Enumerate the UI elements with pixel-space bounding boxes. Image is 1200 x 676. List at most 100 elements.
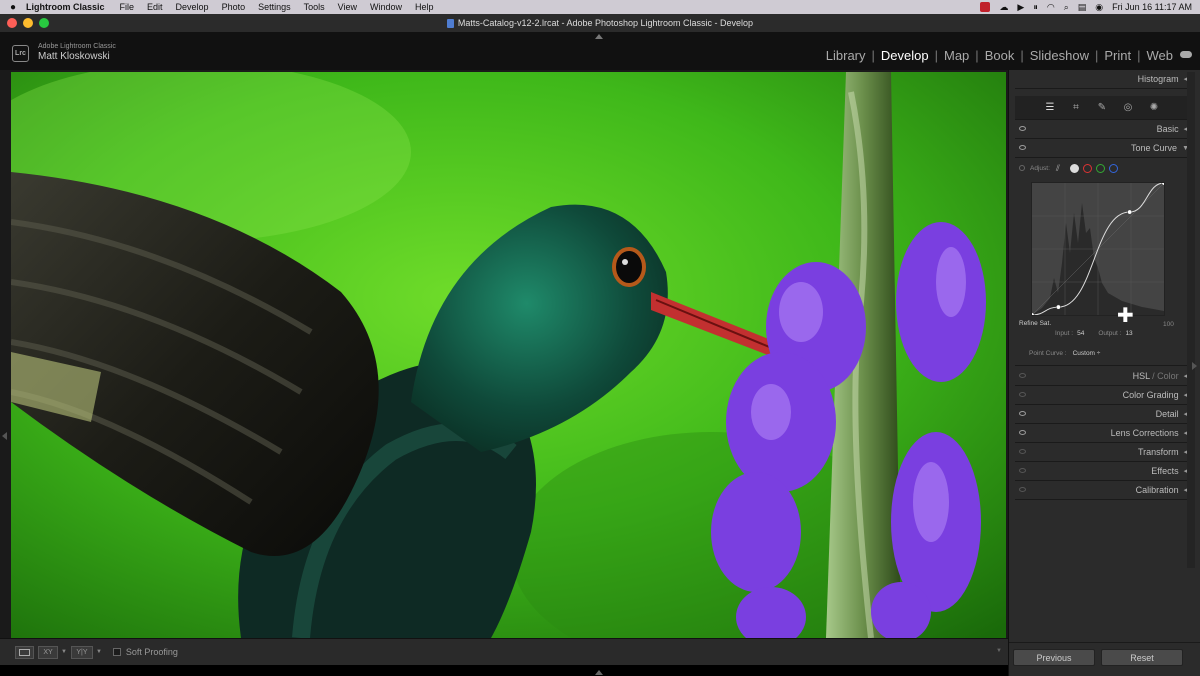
recording-icon[interactable] [980,2,991,12]
before-after-dropdown-icon[interactable]: ▼ [61,649,67,655]
loupe-view-button[interactable] [15,645,34,659]
hummingbird-photo[interactable] [11,72,1006,638]
calibration-header[interactable]: Calibration ◀ [1015,481,1189,500]
bottom-panel-toggle-icon[interactable] [595,670,603,675]
left-panel-toggle-icon[interactable] [2,432,7,440]
curve-control-point[interactable] [1055,304,1061,310]
panel-title: Color Grading [1122,390,1179,400]
lens-corrections-header[interactable]: Lens Corrections ◀ [1015,424,1189,443]
visibility-eye-icon[interactable] [1019,449,1026,454]
visibility-eye-icon[interactable] [1019,487,1026,492]
module-separator: | [871,48,875,63]
visibility-eye-icon[interactable] [1019,430,1026,435]
menu-settings[interactable]: Settings [258,2,291,12]
menu-tools[interactable]: Tools [304,2,325,12]
color-grading-header[interactable]: Color Grading ◀ [1015,386,1189,405]
cloud-sync-icon[interactable] [1180,51,1192,58]
module-picker: Library | Develop | Map | Book | Slidesh… [826,48,1173,63]
top-panel-toggle-icon[interactable] [595,34,603,39]
blue-channel-icon[interactable] [1108,163,1118,173]
module-library[interactable]: Library [826,48,866,63]
input-output-readout: Input : 54 Output : 13 [1055,330,1143,337]
red-channel-icon[interactable] [1082,163,1092,173]
document-icon [446,18,454,28]
panel-title-hsl: HSL [1132,371,1151,381]
module-develop[interactable]: Develop [881,48,929,63]
tone-curve-header[interactable]: Tone Curve ▼ [1015,139,1189,158]
adjust-label: Adjust: [1030,164,1050,172]
red-eye-icon[interactable]: ◎ [1122,102,1134,114]
basic-header[interactable]: Basic ◀ [1015,120,1189,139]
tone-curve-graph[interactable] [1029,180,1167,318]
siri-icon[interactable]: ◉ [1095,2,1103,13]
previous-button[interactable]: Previous [1013,649,1095,666]
zoom-window-button[interactable] [39,18,49,28]
point-curve-channel-icon[interactable] [1069,163,1079,173]
masking-icon[interactable]: ✺ [1148,102,1160,114]
healing-brush-icon[interactable]: ✎ [1096,102,1108,114]
menu-help[interactable]: Help [415,2,434,12]
menu-window[interactable]: Window [370,2,402,12]
creative-cloud-icon[interactable]: ☁ [999,2,1008,13]
point-curve-select[interactable]: Custom ÷ [1073,350,1101,357]
tone-curve-adjust-row: Adjust: ⫽ [1019,162,1118,174]
parametric-curve-icon[interactable]: ⫽ [1056,163,1066,173]
green-channel-icon[interactable] [1095,163,1105,173]
input-value: 54 [1077,330,1085,337]
soft-proofing-checkbox[interactable] [112,648,121,656]
edit-sliders-icon[interactable]: ☰ [1044,102,1056,114]
module-book[interactable]: Book [985,48,1015,63]
menu-photo[interactable]: Photo [222,2,246,12]
output-label: Output : [1098,330,1122,337]
visibility-eye-icon[interactable] [1019,411,1026,416]
search-icon[interactable]: ⌕ [1064,2,1069,13]
menu-bar-clock[interactable]: Fri Jun 16 11:17 AM [1112,2,1192,12]
module-map[interactable]: Map [944,48,969,63]
menu-edit[interactable]: Edit [147,2,163,12]
develop-toolbar: XY ▼ Y|Y ▼ Soft Proofing ▼ [0,638,1008,665]
before-after-lr-button[interactable]: XY [38,645,58,659]
visibility-eye-icon[interactable] [1019,145,1026,150]
minimize-window-button[interactable] [23,18,33,28]
target-adjust-icon[interactable] [1019,165,1025,171]
curve-control-point[interactable] [1127,209,1133,215]
play-icon[interactable]: ▶ [1017,2,1024,13]
control-icon[interactable]: ⏸ [1033,2,1038,13]
panel-title: Detail [1155,409,1179,419]
panel-title: Calibration [1135,485,1179,495]
panel-title: Transform [1137,447,1179,457]
close-window-button[interactable] [7,18,17,28]
visibility-eye-icon[interactable] [1019,468,1026,473]
before-after-split-button[interactable]: Y|Y [70,645,93,659]
menu-develop[interactable]: Develop [176,2,209,12]
menu-file[interactable]: File [120,2,135,12]
reset-button[interactable]: Reset [1101,649,1183,666]
split-dropdown-icon[interactable]: ▼ [96,649,102,655]
detail-header[interactable]: Detail ◀ [1015,405,1189,424]
soft-proofing-label: Soft Proofing [125,647,178,657]
panel-title-color: / Color [1152,371,1179,381]
apple-menu-icon[interactable]: ● [0,2,26,13]
control-center-icon[interactable]: ▤ [1078,2,1087,13]
window-controls [7,18,49,28]
hsl-header[interactable]: HSL / Color ◀ [1015,367,1189,386]
module-print[interactable]: Print [1104,48,1131,63]
right-panel-toggle-icon[interactable] [1192,362,1197,370]
crop-icon[interactable]: ⌗ [1070,102,1082,114]
effects-header[interactable]: Effects ◀ [1015,462,1189,481]
refine-saturation-label[interactable]: Refine Sat. [1019,320,1051,327]
module-separator: | [1094,48,1099,63]
transform-header[interactable]: Transform ◀ [1015,443,1189,462]
module-slideshow[interactable]: Slideshow [1030,48,1089,63]
panel-title: Histogram [1137,74,1179,84]
module-web[interactable]: Web [1147,48,1174,63]
histogram-header[interactable]: Histogram ◀ [1015,70,1189,89]
visibility-eye-icon[interactable] [1019,392,1026,397]
menu-app-name[interactable]: Lightroom Classic [26,2,105,12]
menu-view[interactable]: View [338,2,357,12]
wifi-icon[interactable]: ◠ [1047,2,1055,13]
right-panel-scrollbar[interactable] [1187,72,1195,568]
visibility-eye-icon[interactable] [1019,126,1026,131]
toolbar-options-icon[interactable]: ▼ [996,648,1002,654]
visibility-eye-icon[interactable] [1019,373,1026,378]
